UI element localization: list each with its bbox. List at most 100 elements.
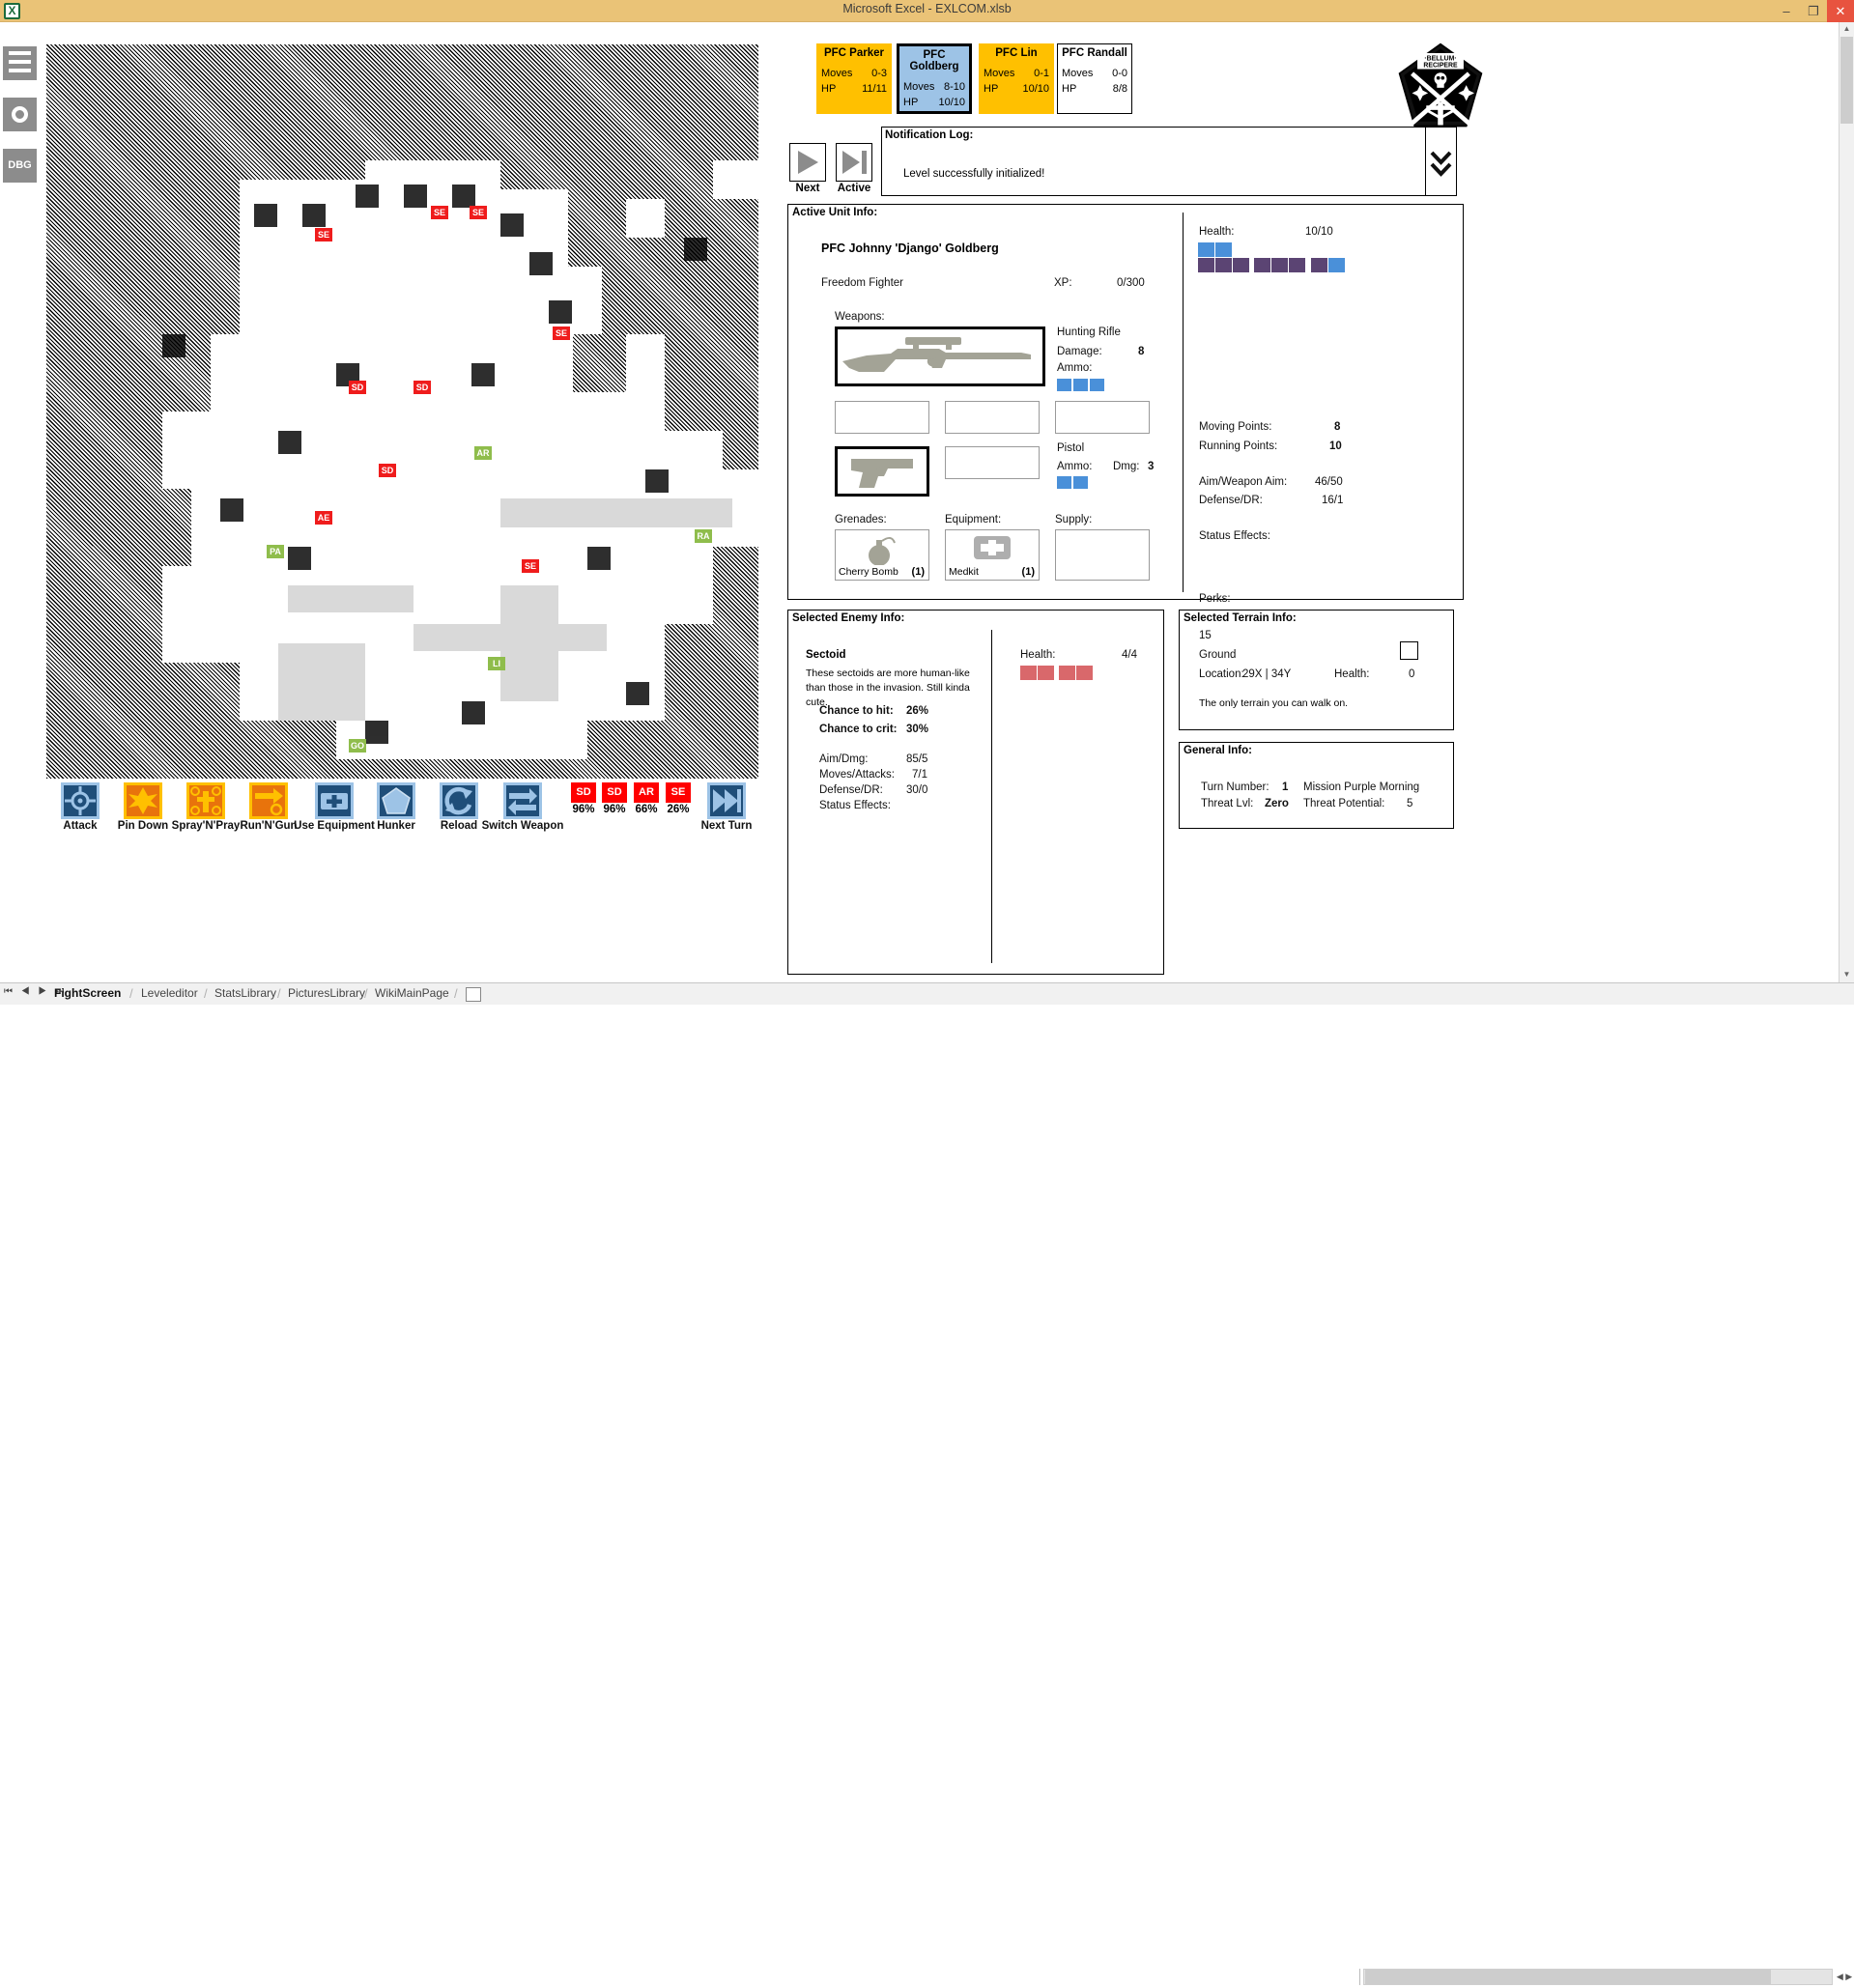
secondary-weapon-slot[interactable] (835, 446, 929, 497)
grenade-slot[interactable]: Cherry Bomb (1) (835, 529, 929, 581)
sheet-tab-leveleditor[interactable]: Leveleditor (141, 986, 198, 1000)
hit-chance-tag: AR (634, 782, 659, 803)
sheet-tab-pictureslibrary[interactable]: PicturesLibrary (288, 986, 365, 1000)
vertical-scrollbar[interactable]: ▲ ▼ (1839, 22, 1854, 982)
chance-to-crit-value: 30% (906, 724, 929, 735)
enemy-panel-title: Selected Enemy Info: (792, 612, 905, 624)
map-token-pa[interactable]: PA (267, 545, 284, 558)
enemy-aim-label: Aim/Dmg: (819, 753, 869, 765)
hit-chance-tag: SE (666, 782, 691, 803)
unit-name: PFC Goldberg (909, 49, 959, 72)
enemy-moves-value: 7/1 (912, 769, 927, 781)
secondary-ammo-label: Ammo: (1057, 461, 1093, 472)
unit-card-goldberg[interactable]: PFC Goldberg Moves 8-10 HP 10/10 (897, 43, 972, 114)
secondary-ammo-bar (1057, 476, 1088, 489)
action-run-n-gun[interactable]: Run'N'Gun (240, 782, 298, 832)
weapon-slot-empty-1[interactable] (835, 401, 929, 434)
active-unit-info-panel: Active Unit Info: PFC Johnny 'Django' Go… (787, 204, 1464, 623)
unit-card-parker[interactable]: PFC Parker Moves 0-3 HP 11/11 (816, 43, 892, 114)
map-token-sd[interactable]: SD (379, 464, 396, 477)
hit-chance-3[interactable]: AR 66% (634, 782, 659, 815)
sheet-tab-fightscreen[interactable]: FightScreen (54, 986, 121, 1000)
close-button[interactable]: ✕ (1827, 0, 1854, 22)
map-token-ra[interactable]: RA (695, 529, 712, 543)
crosshair-icon (65, 786, 96, 815)
action-attack[interactable]: Attack (61, 782, 100, 832)
chance-to-hit-label: Chance to hit: (819, 705, 894, 717)
hit-chance-1[interactable]: SD 96% (571, 782, 596, 815)
action-hunker[interactable]: Hunker (377, 782, 415, 832)
action-toolbar: Attack Pin Down Spray'N'Pray Run'N'Gun U… (46, 779, 758, 837)
aim-value: 46/50 (1315, 476, 1343, 488)
plus-kit-icon (321, 793, 348, 809)
app-body: DBG SE SE SE SE SD SD SD AR AE SE PA RA … (0, 22, 1854, 982)
unit-name: PFC Parker (823, 47, 884, 59)
action-switch-weapon[interactable]: Switch Weapon (482, 782, 563, 832)
chevrons-down-icon (1430, 151, 1452, 177)
refresh-icon (444, 786, 472, 815)
horizontal-scrollbar[interactable]: ◀ ▶ (1236, 1966, 1854, 1988)
equipment-name: Medkit (949, 566, 979, 578)
map-token-se[interactable]: SE (431, 206, 448, 219)
hit-chance-4[interactable]: SE 26% (666, 782, 691, 815)
map-token-sd[interactable]: SD (414, 381, 431, 394)
turn-number-label: Turn Number: (1201, 781, 1269, 793)
unit-card-randall[interactable]: PFC Randall Moves 0-0 HP 8/8 (1057, 43, 1132, 114)
gear-icon[interactable] (3, 98, 37, 131)
new-sheet-icon[interactable] (466, 987, 481, 1002)
tab-separator: / (454, 986, 458, 1001)
health-bar-bottom (1198, 258, 1346, 277)
map-token-ar[interactable]: AR (474, 446, 492, 460)
map-token-se[interactable]: SE (315, 228, 332, 241)
hit-chance-2[interactable]: SD 96% (602, 782, 627, 815)
running-points-label: Running Points: (1199, 440, 1278, 452)
unit-moves-value: 0-0 (1112, 68, 1127, 79)
unit-moves-label: Moves (821, 68, 853, 79)
primary-weapon-slot[interactable] (835, 327, 1045, 386)
secondary-weapon-name: Pistol (1057, 442, 1085, 454)
sheet-tab-wikimainpage[interactable]: WikiMainPage (375, 986, 449, 1000)
notification-expand-button[interactable] (1425, 127, 1457, 196)
next-unit-label: Next (795, 183, 820, 194)
minimize-button[interactable]: – (1773, 0, 1800, 22)
action-spray-n-pray[interactable]: Spray'N'Pray (172, 782, 240, 832)
cross-targets-icon (190, 786, 221, 815)
threat-potential-value: 5 (1407, 798, 1413, 809)
weapon-slot-empty-3[interactable] (1055, 401, 1150, 434)
health-label: Health: (1199, 226, 1235, 238)
unit-card-lin[interactable]: PFC Lin Moves 0-1 HP 10/10 (979, 43, 1054, 114)
weapon-slot-empty-2[interactable] (945, 401, 1040, 434)
hit-chance-value: 26% (667, 804, 690, 815)
battle-map[interactable]: SE SE SE SE SD SD SD AR AE SE PA RA LI GO (46, 44, 758, 779)
active-unit-button[interactable] (836, 143, 872, 182)
terrain-health-label: Health: (1334, 668, 1370, 680)
action-use-equipment[interactable]: Use Equipment (294, 782, 375, 832)
action-pin-down[interactable]: Pin Down (118, 782, 168, 832)
map-token-ae[interactable]: AE (315, 511, 332, 525)
debug-button[interactable]: DBG (3, 149, 37, 183)
pistol-icon (851, 459, 913, 488)
map-token-go[interactable]: GO (349, 739, 366, 753)
action-reload[interactable]: Reload (440, 782, 478, 832)
map-token-li[interactable]: LI (488, 657, 505, 670)
terrain-description: The only terrain you can walk on. (1199, 697, 1349, 709)
sheet-tab-statslibrary[interactable]: StatsLibrary (214, 986, 276, 1000)
primary-damage-value: 8 (1138, 346, 1145, 357)
maximize-button[interactable]: ❐ (1800, 0, 1827, 22)
hamburger-icon[interactable] (3, 46, 37, 80)
weapon-slot-empty-4[interactable] (945, 446, 1040, 479)
equipment-slot[interactable]: Medkit (1) (945, 529, 1040, 581)
supply-slot[interactable] (1055, 529, 1150, 581)
grenade-name: Cherry Bomb (839, 566, 898, 578)
mission-name: Mission Purple Morning (1303, 781, 1420, 793)
map-token-se[interactable]: SE (470, 206, 487, 219)
notification-header: Notification Log: (885, 129, 974, 141)
map-token-se[interactable]: SE (553, 327, 570, 340)
enemy-moves-label: Moves/Attacks: (819, 769, 895, 781)
terrain-id: 15 (1199, 630, 1212, 641)
map-token-se[interactable]: SE (522, 559, 539, 573)
next-unit-button[interactable] (789, 143, 826, 182)
next-turn-button[interactable]: Next Turn (701, 782, 752, 832)
map-token-sd[interactable]: SD (349, 381, 366, 394)
selected-terrain-info-panel: Selected Terrain Info: 15 Ground Locatio… (1179, 610, 1454, 730)
